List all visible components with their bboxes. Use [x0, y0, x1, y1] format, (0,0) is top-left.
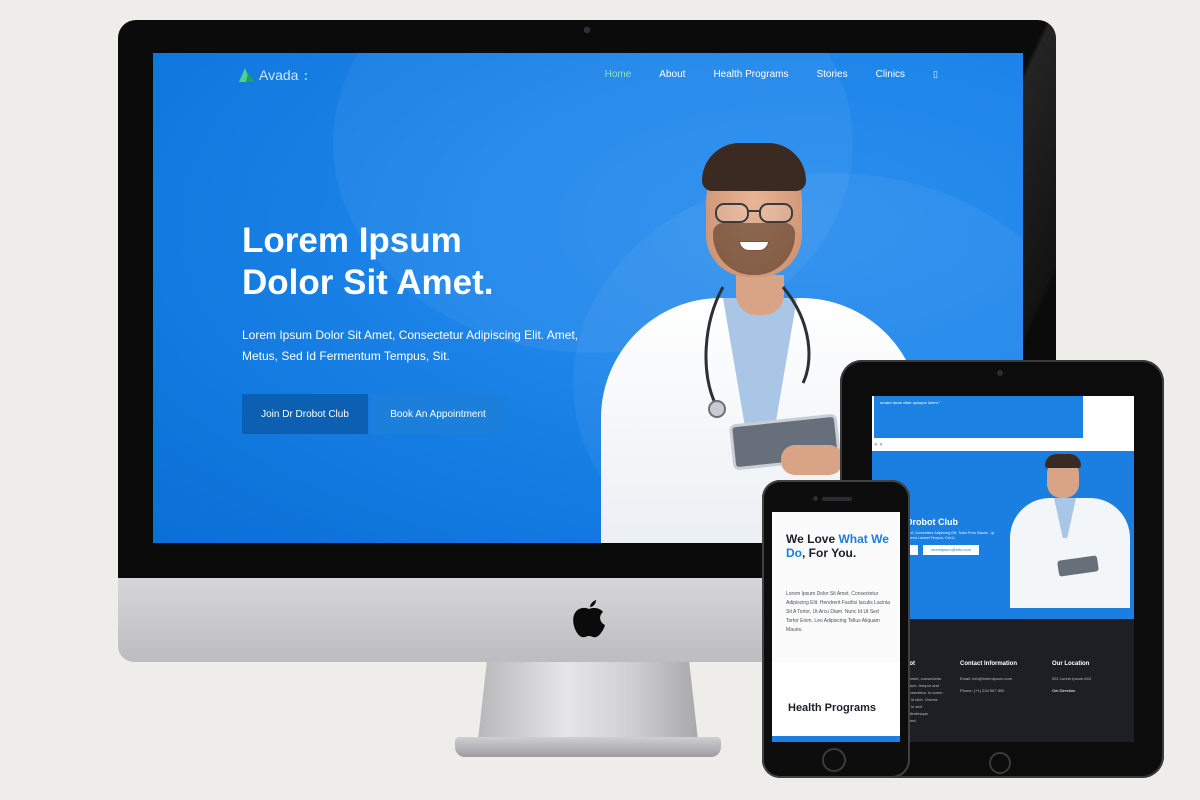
brand-suffix: :: [303, 67, 309, 83]
club-text: ...ed, Consectetur Adipiscing Elit. Tort…: [906, 531, 995, 540]
iphone-speaker: [822, 497, 852, 501]
contact-title: Contact Information: [960, 661, 1017, 667]
iphone-home-button: [822, 748, 846, 772]
about-heading-post: , For You.: [802, 546, 857, 560]
health-programs-heading: Health Programs: [788, 702, 877, 714]
imac-stand-base: [455, 737, 721, 757]
webcam-icon: [584, 27, 590, 33]
nav-item-clinics[interactable]: Clinics: [876, 69, 905, 80]
about-text: Lorem Ipsum Dolor Sit Amet, Consectetur …: [786, 591, 890, 633]
get-direction-link[interactable]: Get Direction: [1052, 687, 1075, 694]
brand-name: Avada: [259, 67, 299, 83]
email-input[interactable]: loremipsum@info.com: [923, 545, 979, 555]
testimonial-text: ornare lacus vitae quisque lorem.": [880, 400, 941, 405]
phone-site-screen: We Love What We Do, For You. Lorem Ipsum…: [772, 512, 900, 742]
hero-subtitle: Lorem Ipsum Dolor Sit Amet, Consectetur …: [242, 328, 579, 363]
iphone-camera-icon: [813, 496, 818, 501]
main-nav: Home About Health Programs Stories Clini…: [605, 69, 938, 80]
join-club-button[interactable]: Join Dr Drobot Club: [242, 394, 368, 434]
ipad-home-button: [989, 752, 1011, 774]
brand-logo[interactable]: Avada:: [239, 67, 308, 83]
slider-dots[interactable]: ● ●: [874, 442, 883, 448]
stethoscope-icon: [704, 286, 811, 418]
testimonial-card: ornare lacus vitae quisque lorem.": [874, 396, 1083, 438]
contact-phone[interactable]: Phone: (+1) 234 567 890: [960, 687, 1004, 694]
hero-title-line-2: Dolor Sit Amet.: [242, 263, 494, 302]
nav-item-health-programs[interactable]: Health Programs: [713, 69, 788, 80]
location-address: 091 Lorem Ipsum #43: [1052, 676, 1091, 681]
hero-title-line-1: Lorem Ipsum: [242, 221, 462, 260]
imac-stand: [478, 662, 698, 740]
contact-email[interactable]: Email: info@loremipsum.com: [960, 675, 1012, 682]
club-title: Drobot Club: [906, 517, 958, 527]
site-footer: obot ...ol amet, consectetur ...entum, t…: [872, 619, 1134, 742]
doctor-hand: [781, 445, 843, 475]
about-heading: We Love What We Do, For You.: [786, 532, 890, 560]
nav-item-home[interactable]: Home: [605, 69, 632, 80]
about-heading-pre: We Love: [786, 532, 839, 546]
apple-logo-icon: [573, 600, 605, 638]
doctor-hair: [702, 143, 806, 191]
hero-title: Lorem Ipsum Dolor Sit Amet.: [242, 220, 642, 304]
programs-accent-bar: [772, 736, 900, 742]
nav-item-stories[interactable]: Stories: [816, 69, 847, 80]
tablet-site-screen: ornare lacus vitae quisque lorem." ● ● D…: [872, 396, 1134, 742]
search-icon[interactable]: ▯: [933, 69, 938, 80]
location-title: Our Location: [1052, 661, 1090, 667]
avada-logo-icon: [239, 68, 255, 82]
nav-item-about[interactable]: About: [659, 69, 685, 80]
doctor-hair: [1045, 454, 1081, 468]
glasses-icon: [715, 203, 793, 223]
ipad-camera-icon: [997, 370, 1003, 376]
book-appointment-button[interactable]: Book An Appointment: [371, 394, 505, 434]
